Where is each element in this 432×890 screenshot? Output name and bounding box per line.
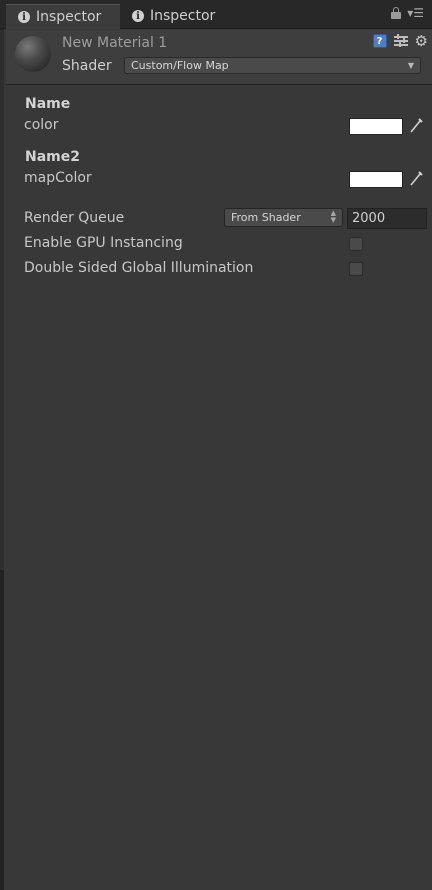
property-group-name: Name [25, 96, 71, 112]
render-queue-dropdown[interactable]: From Shader ▲ ▼ [224, 208, 343, 227]
gpu-instancing-checkbox[interactable] [349, 237, 363, 251]
help-icon[interactable]: ? [372, 34, 387, 48]
tab-bar: i Inspector i Inspector ▾☰ [0, 0, 432, 29]
property-group-name2: Name2 [25, 149, 80, 165]
info-icon: i [18, 11, 30, 23]
property-label-color: color [24, 117, 59, 133]
double-sided-gi-label: Double Sided Global Illumination [24, 260, 254, 276]
eyedropper-icon[interactable] [409, 117, 423, 134]
material-name: New Material 1 [62, 35, 168, 51]
eyedropper-icon[interactable] [409, 170, 423, 187]
gpu-instancing-label: Enable GPU Instancing [24, 235, 183, 251]
chevron-down-icon: ▼ [407, 61, 414, 70]
property-label-mapcolor: mapColor [24, 170, 92, 186]
menu-icon[interactable]: ▾☰ [407, 7, 424, 19]
info-icon: i [132, 10, 144, 22]
material-header: New Material 1 Shader Custom/Flow Map ▼ … [6, 30, 432, 85]
tab-inspector-2[interactable]: i Inspector [132, 4, 242, 28]
shader-label: Shader [62, 58, 112, 74]
tab-label: Inspector [150, 8, 216, 24]
color-field-mapcolor[interactable] [349, 171, 403, 188]
shader-dropdown[interactable]: Custom/Flow Map ▼ [124, 57, 421, 74]
preset-icon[interactable] [393, 34, 408, 48]
render-queue-dropdown-value: From Shader [231, 211, 301, 224]
updown-arrows-icon: ▲ ▼ [330, 209, 336, 224]
material-preview-sphere [15, 36, 51, 72]
tab-label: Inspector [36, 9, 102, 25]
left-panel-edge [0, 0, 4, 890]
shader-value: Custom/Flow Map [131, 59, 229, 72]
inspector-window: i Inspector i Inspector ▾☰ New Material … [0, 0, 432, 890]
tab-inspector-1[interactable]: i Inspector [6, 4, 120, 29]
render-queue-label: Render Queue [24, 210, 125, 226]
header-icons: ? ⚙ [372, 34, 428, 49]
gear-icon[interactable]: ⚙ [415, 34, 428, 49]
lock-icon[interactable] [391, 7, 402, 19]
color-field-color[interactable] [349, 118, 403, 135]
double-sided-gi-checkbox[interactable] [349, 262, 363, 276]
render-queue-input[interactable]: 2000 [347, 208, 427, 229]
tabbar-controls: ▾☰ [391, 7, 424, 19]
